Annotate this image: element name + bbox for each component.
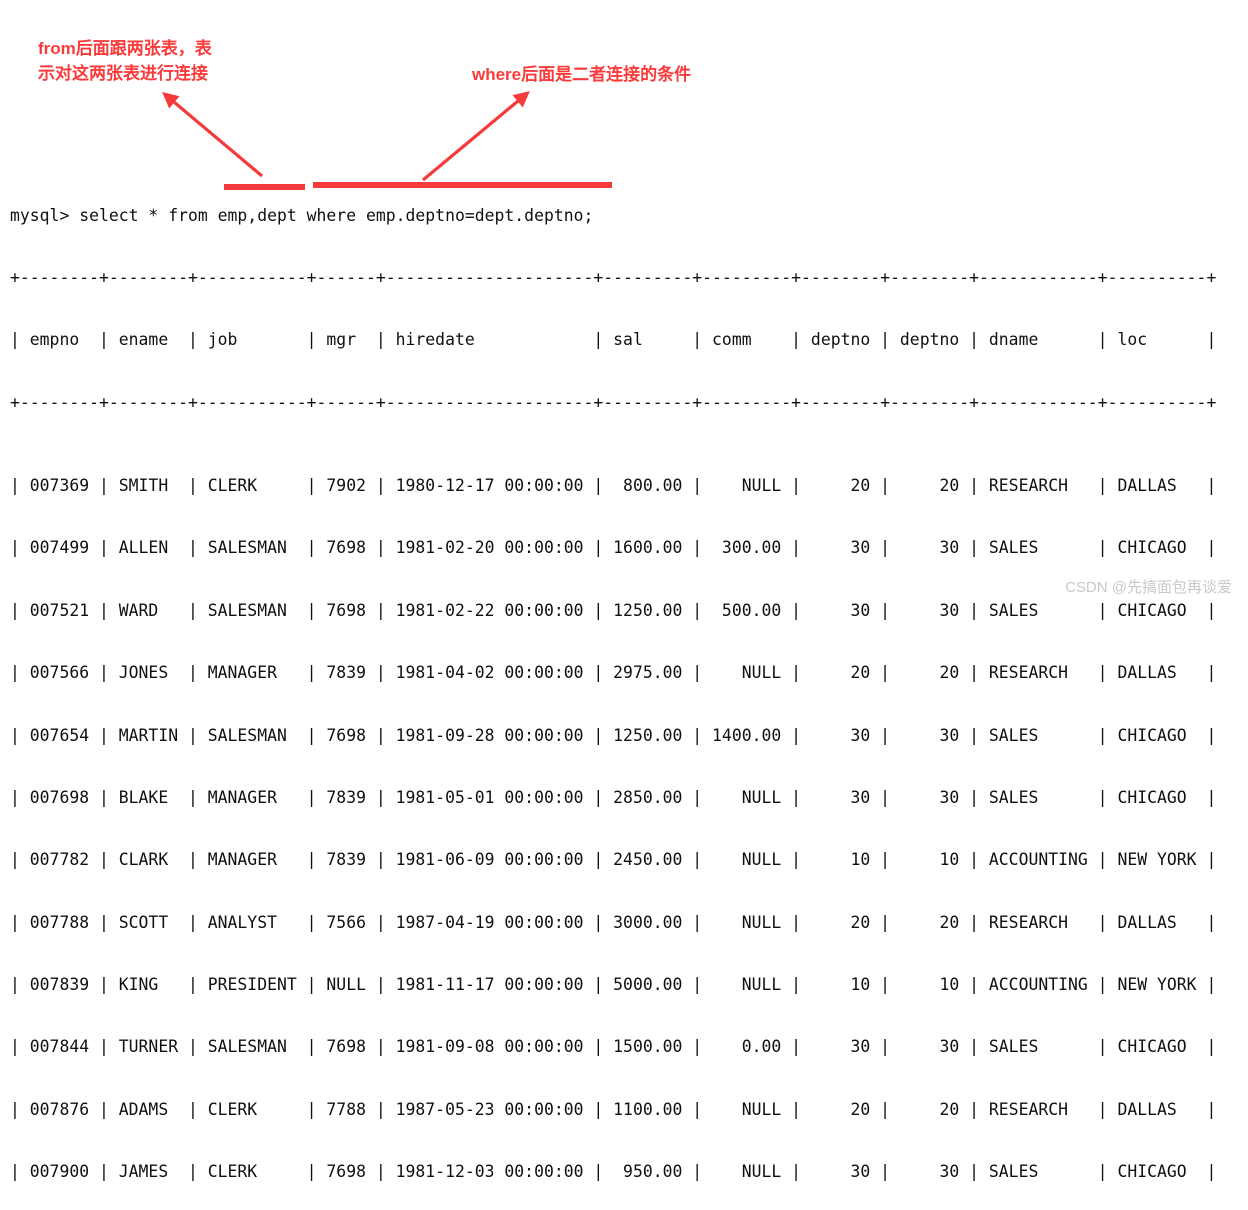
- table-row: | 007499 | ALLEN | SALESMAN | 7698 | 198…: [10, 538, 1217, 558]
- table-row: | 007654 | MARTIN | SALESMAN | 7698 | 19…: [10, 725, 1217, 745]
- table-header-border: +--------+--------+-----------+------+--…: [10, 392, 1217, 412]
- prompt-line[interactable]: mysql> select * from emp,dept where emp.…: [10, 206, 1216, 227]
- table-row: | 007521 | WARD | SALESMAN | 7698 | 1981…: [10, 600, 1217, 620]
- table-row: | 007369 | SMITH | CLERK | 7902 | 1980-1…: [10, 475, 1217, 495]
- table-row: | 007566 | JONES | MANAGER | 7839 | 1981…: [10, 663, 1217, 683]
- table-row: | 007876 | ADAMS | CLERK | 7788 | 1987-0…: [10, 1099, 1217, 1119]
- mysql-terminal-output: mysql> select * from emp,dept where emp.…: [10, 164, 1216, 1210]
- table-row: | 007698 | BLAKE | MANAGER | 7839 | 1981…: [10, 787, 1217, 807]
- annotation-from-clause: from后面跟两张表，表 示对这两张表进行连接: [38, 39, 212, 83]
- table-row: | 007782 | CLARK | MANAGER | 7839 | 1981…: [10, 850, 1217, 870]
- annotation-where-clause: where后面是二者连接的条件: [472, 65, 692, 84]
- table-row: | 007900 | JAMES | CLERK | 7698 | 1981-1…: [10, 1162, 1217, 1182]
- table-header-row: | empno | ename | job | mgr | hiredate |…: [10, 330, 1217, 350]
- table-row: | 007839 | KING | PRESIDENT | NULL | 198…: [10, 975, 1217, 995]
- table-row: | 007788 | SCOTT | ANALYST | 7566 | 1987…: [10, 912, 1217, 932]
- table-row: | 007844 | TURNER | SALESMAN | 7698 | 19…: [10, 1037, 1217, 1057]
- csdn-watermark: CSDN @先搞面包再谈爱: [1065, 579, 1232, 596]
- table-top-border: +--------+--------+-----------+------+--…: [10, 267, 1217, 287]
